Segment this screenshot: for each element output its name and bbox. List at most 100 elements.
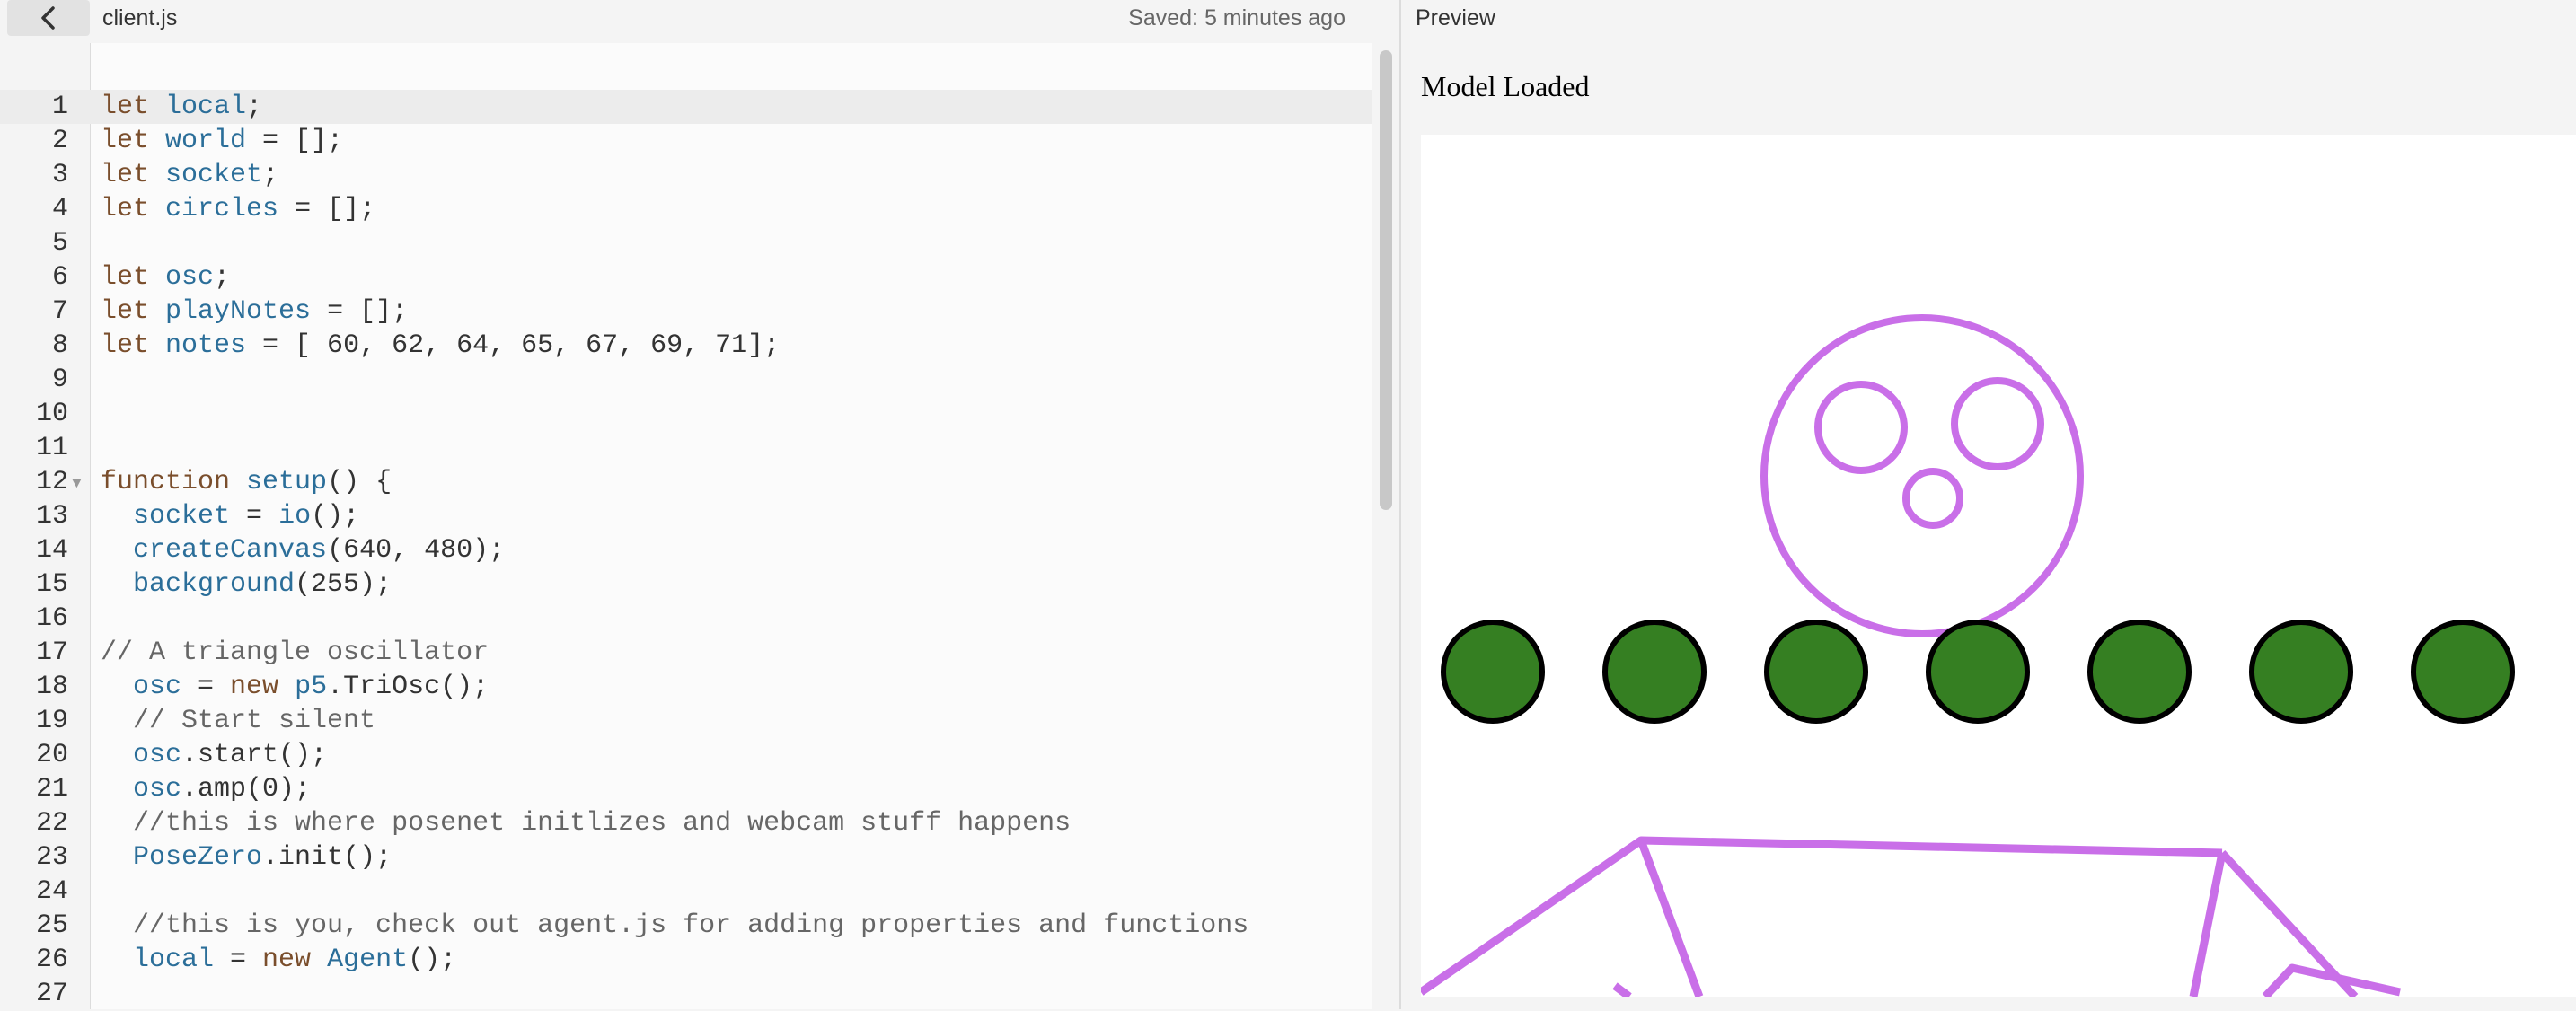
line-number: 19 [35, 706, 68, 736]
line-number: 9 [51, 365, 68, 395]
code-text: //this is you, check out agent.js for ad… [133, 910, 1249, 941]
nose-circle [1902, 468, 1963, 529]
body-line [2189, 852, 2227, 998]
line-number: 27 [35, 979, 68, 1009]
canvas-drawing [1418, 314, 2515, 1000]
code-text: PoseZero.init(); [133, 842, 393, 873]
code-line[interactable]: 15 background(255); [0, 567, 1372, 602]
code-text: let playNotes = []; [101, 296, 409, 327]
code-line[interactable]: 6 let osc; [0, 260, 1372, 295]
line-number: 17 [35, 637, 68, 668]
code-line[interactable]: 14 createCanvas(640, 480); [0, 533, 1372, 567]
line-number: 15 [35, 569, 68, 600]
line-number: 4 [51, 194, 68, 224]
code-line[interactable]: 7 let playNotes = []; [0, 295, 1372, 329]
fold-arrow-icon[interactable]: ▼ [72, 467, 82, 501]
code-text: let notes = [ 60, 62, 64, 65, 67, 69, 71… [101, 330, 781, 361]
editor-scrollbar-thumb[interactable] [1380, 50, 1392, 510]
code-text: let osc; [101, 262, 231, 293]
line-number: 20 [35, 740, 68, 770]
code-line[interactable]: 12 ▼ function setup() { [0, 465, 1372, 499]
line-number: 24 [35, 876, 68, 907]
code-line[interactable]: 4 let circles = []; [0, 192, 1372, 226]
left-eye-circle [1814, 381, 1908, 474]
right-eye-circle [1951, 377, 2044, 470]
code-line[interactable]: 5 [0, 226, 1372, 260]
code-text: // Start silent [133, 706, 376, 736]
code-text: let circles = []; [101, 194, 376, 224]
note-circle [2249, 620, 2353, 724]
code-text: //this is where posenet initlizes and we… [133, 808, 1072, 839]
code-text: let socket; [101, 160, 279, 190]
code-text: osc.start(); [133, 740, 328, 770]
line-number: 22 [35, 808, 68, 839]
chevron-left-icon [41, 6, 55, 30]
line-number: 11 [35, 433, 68, 463]
line-number: 25 [35, 910, 68, 941]
collapse-sidebar-button[interactable] [7, 0, 90, 36]
code-text: createCanvas(640, 480); [133, 535, 506, 566]
code-line[interactable]: 18 osc = new p5.TriOsc(); [0, 670, 1372, 704]
code-text: osc.amp(0); [133, 774, 312, 804]
code-line[interactable]: 25 //this is you, check out agent.js for… [0, 909, 1372, 943]
line-number: 26 [35, 945, 68, 975]
code-line[interactable]: 21 osc.amp(0); [0, 772, 1372, 806]
sketch-canvas[interactable] [1418, 135, 2576, 1000]
code-text: osc = new p5.TriOsc(); [133, 672, 490, 702]
line-number: 8 [51, 330, 68, 361]
code-text: local = new Agent(); [133, 945, 457, 975]
line-number: 12 [35, 467, 68, 497]
line-number: 10 [35, 399, 68, 429]
file-name[interactable]: client.js [102, 5, 177, 31]
line-number: 14 [35, 535, 68, 566]
line-number: 18 [35, 672, 68, 702]
line-number: 3 [51, 160, 68, 190]
code-line[interactable]: 19 // Start silent [0, 704, 1372, 738]
code-text: // A triangle oscillator [101, 637, 490, 668]
line-number: 7 [51, 296, 68, 327]
code-editor[interactable]: 1 let local; 2 let world = []; 3 let socket; 4… [0, 43, 1399, 1009]
line-number: 5 [51, 228, 68, 259]
code-line[interactable]: 17 // A triangle oscillator [0, 636, 1372, 670]
code-text: socket = io(); [133, 501, 360, 532]
code-line[interactable]: 13 socket = io(); [0, 499, 1372, 533]
code-line[interactable]: 26 local = new Agent(); [0, 943, 1372, 977]
code-line[interactable]: 2 let world = []; [0, 124, 1372, 158]
line-number: 2 [51, 126, 68, 156]
code-line[interactable]: 23 PoseZero.init(); [0, 840, 1372, 875]
code-line[interactable]: 3 let socket; [0, 158, 1372, 192]
code-line[interactable]: 22 //this is where posenet initlizes and… [0, 806, 1372, 840]
line-number: 13 [35, 501, 68, 532]
note-circle [1602, 620, 1707, 724]
note-circle [1764, 620, 1868, 724]
saved-status: Saved: 5 minutes ago [1128, 5, 1345, 31]
preview-status-text: Model Loaded [1421, 70, 1590, 102]
body-line [1612, 982, 1632, 1000]
code-line[interactable]: 27 [0, 977, 1372, 1011]
code-lines[interactable]: 1 let local; 2 let world = []; 3 let socket; 4… [0, 90, 1372, 1011]
line-number: 6 [51, 262, 68, 293]
code-text: background(255); [133, 569, 393, 600]
code-line[interactable]: 11 [0, 431, 1372, 465]
code-line[interactable]: 9 [0, 363, 1372, 397]
note-circle [2087, 620, 2192, 724]
code-text: function setup() { [101, 467, 393, 497]
line-number: 23 [35, 842, 68, 873]
code-line[interactable]: 1 let local; [0, 90, 1372, 124]
editor-header: client.js Saved: 5 minutes ago [0, 0, 1399, 40]
line-number: 21 [35, 774, 68, 804]
body-line [1640, 836, 2223, 857]
note-circle [1441, 620, 1545, 724]
code-line[interactable]: 16 [0, 602, 1372, 636]
line-number: 1 [51, 92, 68, 122]
code-line[interactable]: 24 [0, 875, 1372, 909]
code-line[interactable]: 10 [0, 397, 1372, 431]
code-text: let world = []; [101, 126, 344, 156]
code-text: let local; [101, 92, 263, 122]
code-line[interactable]: 20 osc.start(); [0, 738, 1372, 772]
preview-label: Preview [1416, 5, 1495, 31]
note-circle [1926, 620, 2030, 724]
line-number: 16 [35, 603, 68, 634]
note-circle [2411, 620, 2515, 724]
code-line[interactable]: 8 let notes = [ 60, 62, 64, 65, 67, 69, 7… [0, 329, 1372, 363]
